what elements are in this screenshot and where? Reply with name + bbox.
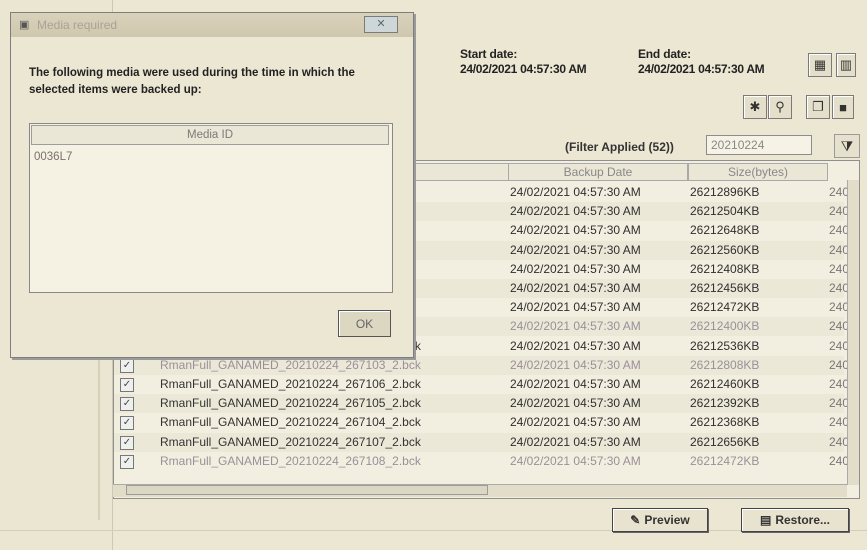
dialog-message: The following media were used during the… [29, 67, 355, 96]
table-row[interactable]: ✓ RmanFull_GANAMED_20210224_267106_2.bck 2… [114, 375, 849, 394]
file-name-cell: RmanFull_GANAMED_20210224_267107_2.bck [160, 434, 421, 449]
column-header-size[interactable]: Size(bytes) [688, 163, 828, 181]
backup-date-cell: 24/02/2021 04:57:30 AM [510, 242, 641, 257]
backup-date-cell: 24/02/2021 04:57:30 AM [510, 281, 641, 295]
backup-date-cell: 24/02/2021 04:57:30 AM [510, 261, 641, 276]
calendar-icon[interactable]: ▦ [808, 53, 832, 77]
column-header-blank[interactable] [414, 163, 516, 181]
table-row[interactable]: ✓ RmanFull_GANAMED_20210224_267107_2.bck 2… [114, 432, 849, 452]
start-date-value: 24/02/2021 04:57:30 AM [460, 62, 587, 76]
backup-date-cell: 24/02/2021 04:57:30 AM [510, 377, 641, 391]
dialog-title: Media required [37, 18, 118, 32]
restore-label: Restore... [775, 513, 831, 527]
scrollbar-thumb[interactable] [126, 485, 488, 495]
size-cell: 26212368KB [690, 415, 760, 430]
size-cell: 26212536KB [690, 338, 760, 353]
row-checkbox[interactable]: ✓ [120, 358, 134, 373]
column-header-backup-date[interactable]: Backup Date [508, 163, 688, 181]
size-cell: 26212408KB [690, 261, 760, 276]
end-date-label: End date: [638, 47, 691, 61]
table-row[interactable]: ✓ RmanFull_GANAMED_20210224_267104_2.bck 2… [114, 413, 849, 432]
funnel-icon[interactable]: ⧩ [834, 134, 860, 158]
row-checkbox[interactable]: ✓ [120, 454, 134, 469]
file-name-cell: RmanFull_GANAMED_20210224_267108_2.bck [160, 453, 421, 468]
save-icon[interactable]: ■ [832, 95, 854, 119]
media-required-dialog: ▣ Media required ✕ The following media w… [10, 12, 414, 358]
vertical-scrollbar[interactable] [847, 180, 859, 485]
filter-input[interactable]: 20210224 [706, 135, 812, 155]
search-icon[interactable]: ⚲ [768, 95, 792, 119]
file-name-cell: RmanFull_GANAMED_20210224_267106_2.bck [160, 377, 421, 391]
divider [0, 530, 867, 531]
size-cell: 26212456KB [690, 281, 760, 295]
row-checkbox[interactable]: ✓ [120, 416, 134, 431]
media-list: Media ID 0036L7 [29, 123, 393, 293]
start-date-label: Start date: [460, 47, 518, 61]
row-checkbox[interactable]: ✓ [120, 435, 134, 450]
table-row[interactable]: ✓ RmanFull_GANAMED_20210224_267108_2.bck 2… [114, 452, 849, 471]
file-name-cell: RmanFull_GANAMED_20210224_267104_2.bck [160, 415, 421, 430]
backup-date-cell: 24/02/2021 04:57:30 AM [510, 204, 641, 219]
tools-icon[interactable]: ✱ [743, 95, 767, 119]
backup-date-cell: 24/02/2021 04:57:30 AM [510, 223, 641, 238]
preview-icon: ✎ [630, 513, 641, 527]
restore-icon: ▤ [759, 513, 772, 527]
backup-date-cell: 24/02/2021 04:57:30 AM [510, 300, 641, 315]
table-row[interactable]: ✓ RmanFull_GANAMED_20210224_267105_2.bck 2… [114, 394, 849, 414]
backup-date-cell: 24/02/2021 04:57:30 AM [510, 357, 641, 372]
size-cell: 26212808KB [690, 357, 760, 372]
size-cell: 26212504KB [690, 204, 760, 219]
restore-button[interactable]: ▤ Restore... [741, 508, 849, 532]
copy-icon[interactable]: ❐ [806, 95, 830, 119]
size-cell: 26212560KB [690, 242, 760, 257]
backup-date-cell: 24/02/2021 04:57:30 AM [510, 338, 641, 353]
backup-date-cell: 24/02/2021 04:57:30 AM [510, 453, 641, 468]
row-checkbox[interactable]: ✓ [120, 397, 134, 412]
backup-date-cell: 24/02/2021 04:57:30 AM [510, 319, 641, 334]
table-row[interactable]: ✓ RmanFull_GANAMED_20210224_267103_2.bck 2… [114, 355, 849, 375]
preview-button[interactable]: ✎ Preview [612, 508, 708, 532]
close-icon[interactable]: ✕ [364, 16, 398, 33]
clear-icon[interactable]: ▥ [836, 53, 856, 77]
dialog-titlebar[interactable]: ▣ Media required ✕ [11, 13, 413, 37]
media-list-item[interactable]: 0036L7 [34, 151, 72, 163]
ok-button[interactable]: OK [338, 310, 391, 337]
file-name-cell: RmanFull_GANAMED_20210224_267103_2.bck [160, 357, 421, 372]
preview-label: Preview [644, 513, 690, 527]
backup-date-cell: 24/02/2021 04:57:30 AM [510, 434, 641, 449]
media-id-column-header[interactable]: Media ID [31, 125, 389, 145]
filter-status: (Filter Applied (52)) [565, 140, 674, 154]
file-name-cell: RmanFull_GANAMED_20210224_267105_2.bck [160, 396, 421, 411]
size-cell: 26212472KB [690, 453, 760, 468]
size-cell: 26212648KB [690, 223, 760, 238]
size-cell: 26212392KB [690, 396, 760, 411]
size-cell: 26212400KB [690, 319, 760, 334]
size-cell: 26212656KB [690, 434, 760, 449]
size-cell: 26212460KB [690, 377, 760, 391]
end-date-value: 24/02/2021 04:57:30 AM [638, 62, 765, 76]
size-cell: 26212472KB [690, 300, 760, 315]
backup-date-cell: 24/02/2021 04:57:30 AM [510, 396, 641, 411]
size-cell: 26212896KB [690, 185, 760, 199]
row-checkbox[interactable]: ✓ [120, 378, 134, 392]
backup-date-cell: 24/02/2021 04:57:30 AM [510, 415, 641, 430]
backup-date-cell: 24/02/2021 04:57:30 AM [510, 185, 641, 199]
dialog-app-icon: ▣ [19, 19, 30, 31]
